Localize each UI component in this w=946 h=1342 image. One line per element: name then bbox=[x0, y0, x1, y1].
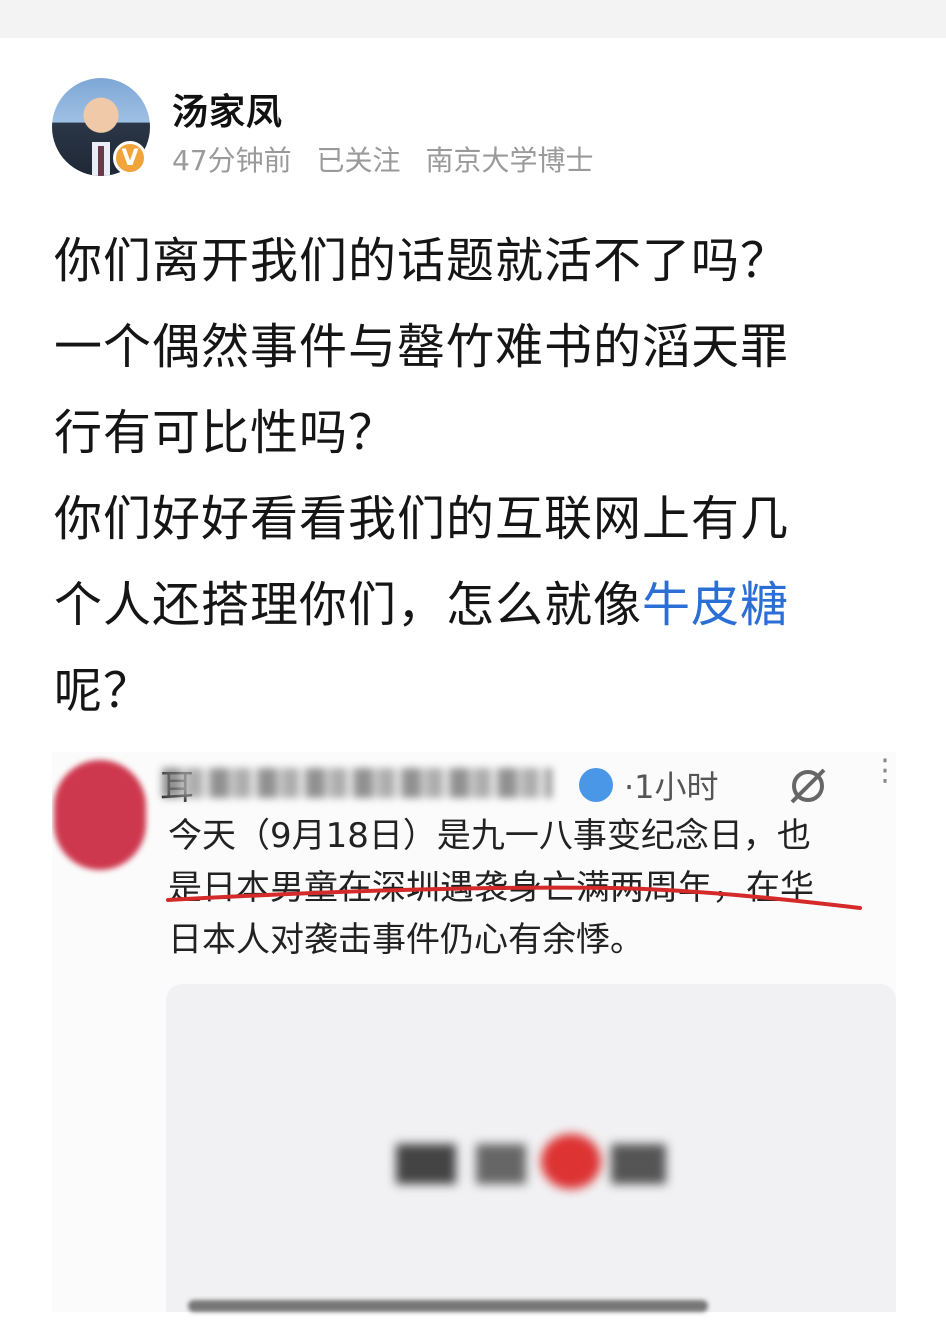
author-name[interactable]: 汤家凤 bbox=[172, 83, 283, 135]
verified-v-icon: V bbox=[113, 141, 147, 175]
blurred-media-card bbox=[166, 984, 896, 1312]
post-line-text: 个人还搭理你们，怎么就像 bbox=[54, 577, 643, 633]
blur-block bbox=[541, 1134, 601, 1189]
post-line: 呢？ bbox=[54, 663, 153, 719]
post-line: 你们离开我们的话题就活不了吗？ bbox=[54, 233, 790, 289]
follow-status[interactable]: 已关注 bbox=[317, 144, 401, 177]
post-time: 47分钟前 bbox=[172, 144, 292, 177]
post-line: 一个偶然事件与罄竹难书的滔天罪 bbox=[54, 319, 790, 375]
embedded-screenshot[interactable]: 耳 ·1小时 ⋮ 今天（9月18日）是九一八事变纪念日，也 是日本男童在深圳遇袭… bbox=[52, 752, 896, 1312]
topic-link[interactable]: 牛皮糖 bbox=[642, 577, 789, 633]
post-text: 你们离开我们的话题就活不了吗？ 一个偶然事件与罄竹难书的滔天罪 行有可比性吗？ … bbox=[54, 218, 894, 734]
post-line: 行有可比性吗？ bbox=[54, 405, 398, 461]
post-line: 你们好好看看我们的互联网上有几 bbox=[54, 491, 790, 547]
avatar-tie bbox=[98, 146, 104, 176]
blur-block bbox=[396, 1144, 456, 1184]
post-line: 个人还搭理你们，怎么就像牛皮糖 bbox=[54, 562, 894, 648]
blurred-bottom-strip bbox=[188, 1300, 708, 1312]
author-title: 南京大学博士 bbox=[425, 144, 594, 177]
blurred-card-content bbox=[396, 1134, 666, 1194]
blur-block bbox=[476, 1144, 526, 1184]
top-bar bbox=[0, 0, 946, 38]
blur-block bbox=[611, 1144, 666, 1184]
post-meta: 47分钟前 已关注 南京大学博士 bbox=[172, 139, 609, 179]
